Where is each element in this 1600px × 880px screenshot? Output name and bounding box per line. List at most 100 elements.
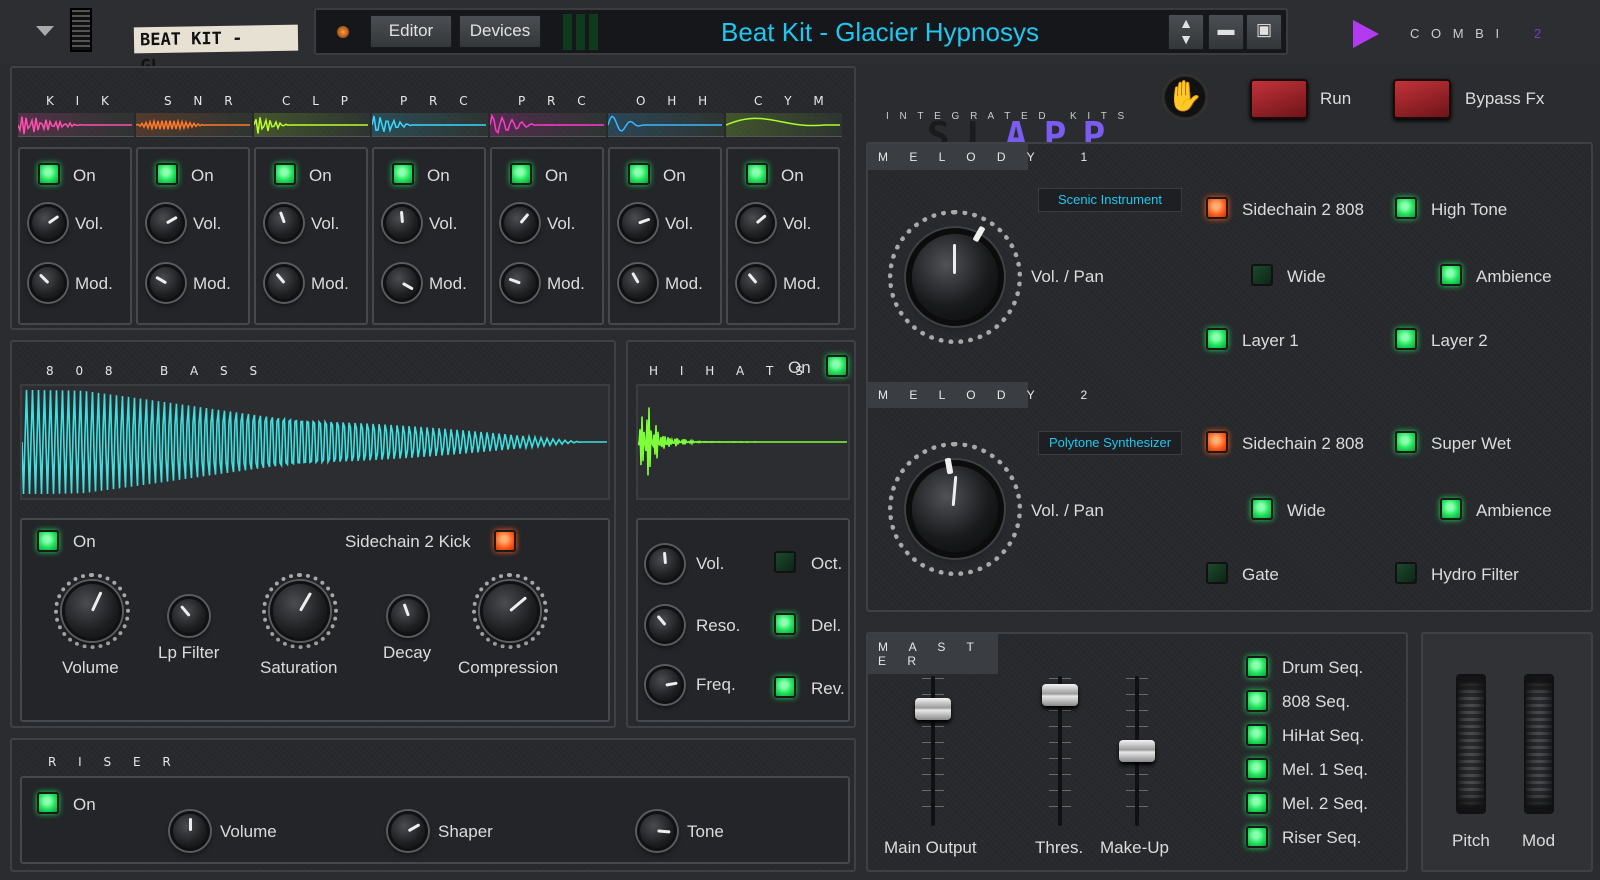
melody2-sidechain-label: Sidechain 2 808 bbox=[1242, 434, 1364, 453]
drum-mod-knob[interactable] bbox=[737, 264, 775, 302]
seq-label: Riser Seq. bbox=[1282, 828, 1362, 847]
bass-volume-knob[interactable] bbox=[62, 581, 122, 641]
patch-name-tape[interactable]: BEAT KIT - GL... bbox=[133, 24, 299, 76]
bass-compression-knob[interactable] bbox=[480, 581, 540, 641]
drum-mod-knob[interactable] bbox=[29, 264, 67, 302]
melody2-volpan-label: Vol. / Pan bbox=[1031, 501, 1104, 520]
melody2-ambience-led[interactable] bbox=[1440, 498, 1462, 520]
drum-vol-knob[interactable] bbox=[737, 204, 775, 242]
pitch-label: Pitch bbox=[1452, 831, 1490, 850]
drum-on-led[interactable] bbox=[628, 163, 650, 185]
melody1-wide-led[interactable] bbox=[1251, 264, 1273, 286]
bass-on-led[interactable] bbox=[37, 530, 59, 552]
seq-led[interactable] bbox=[1246, 758, 1268, 780]
drum-vol-knob[interactable] bbox=[29, 204, 67, 242]
bass-sidechain-label: Sidechain 2 Kick bbox=[345, 532, 471, 551]
drum-vol-knob[interactable] bbox=[383, 204, 421, 242]
drum-vol-knob[interactable] bbox=[265, 204, 303, 242]
drum-vol-knob[interactable] bbox=[147, 204, 185, 242]
drum-on-label: On bbox=[309, 166, 332, 185]
patch-up-down-icon[interactable]: ▲ ▼ bbox=[1168, 14, 1204, 50]
dropdown-triangle-icon[interactable] bbox=[36, 26, 54, 36]
seq-led[interactable] bbox=[1246, 792, 1268, 814]
melody2-wide-led[interactable] bbox=[1251, 498, 1273, 520]
melody2-volpan-knob[interactable] bbox=[912, 466, 998, 552]
devices-button[interactable]: Devices bbox=[459, 15, 541, 48]
riser-on-led[interactable] bbox=[37, 792, 59, 814]
seq-led[interactable] bbox=[1246, 826, 1268, 848]
drum-mod-knob[interactable] bbox=[619, 264, 657, 302]
drum-on-label: On bbox=[663, 166, 686, 185]
melody1-layer1-led[interactable] bbox=[1206, 328, 1228, 350]
riser-volume-label: Volume bbox=[220, 822, 277, 841]
hihats-oct-led[interactable] bbox=[774, 551, 796, 573]
drum-sample-path bbox=[371, 115, 486, 133]
bypass-fx-button[interactable] bbox=[1393, 79, 1451, 119]
drum-mod-knob[interactable] bbox=[265, 264, 303, 302]
melody2-sidechain-led[interactable] bbox=[1206, 431, 1228, 453]
drum-on-led[interactable] bbox=[274, 163, 296, 185]
riser-volume-knob[interactable] bbox=[170, 811, 210, 851]
bass-decay-label: Decay bbox=[383, 643, 432, 662]
hihats-vol-knob[interactable] bbox=[646, 545, 684, 583]
drum-on-led[interactable] bbox=[746, 163, 768, 185]
pitch-wheel[interactable] bbox=[1456, 674, 1486, 814]
hihats-waveform bbox=[636, 384, 850, 500]
melody1-layer2-led[interactable] bbox=[1395, 328, 1417, 350]
folder-icon[interactable]: ▬ bbox=[1208, 14, 1244, 50]
seq-led[interactable] bbox=[1246, 656, 1268, 678]
mod-label: Mod bbox=[1522, 831, 1556, 850]
mod-wheel[interactable] bbox=[1524, 674, 1554, 814]
drum-on-led[interactable] bbox=[156, 163, 178, 185]
drum-on-led[interactable] bbox=[38, 163, 60, 185]
drum-mod-knob[interactable] bbox=[501, 264, 539, 302]
bass-decay-knob[interactable] bbox=[388, 596, 428, 636]
drum-vol-knob[interactable] bbox=[619, 204, 657, 242]
drum-mod-knob[interactable] bbox=[383, 264, 421, 302]
drum-on-led[interactable] bbox=[510, 163, 532, 185]
drum-on-label: On bbox=[73, 166, 96, 185]
melody2-hydro-label: Hydro Filter bbox=[1431, 565, 1519, 584]
main-output-fader[interactable] bbox=[915, 698, 951, 720]
drum-channel-title: S N R bbox=[164, 94, 242, 108]
drum-on-label: On bbox=[781, 166, 804, 185]
bass-sidechain-led[interactable] bbox=[494, 530, 516, 552]
drum-channel-title: K I K bbox=[46, 94, 118, 108]
melody1-instrument[interactable]: Scenic Instrument bbox=[1038, 188, 1182, 212]
melody1-hightone-led[interactable] bbox=[1395, 197, 1417, 219]
hihats-rev-led[interactable] bbox=[774, 676, 796, 698]
melody2-instrument[interactable]: Polytone Synthesizer bbox=[1038, 431, 1182, 455]
seq-label: HiHat Seq. bbox=[1282, 726, 1365, 745]
drum-sample-path bbox=[17, 116, 132, 135]
melody1-volpan-knob[interactable] bbox=[912, 234, 998, 320]
seq-led[interactable] bbox=[1246, 690, 1268, 712]
drum-vol-label: Vol. bbox=[311, 214, 340, 233]
seq-led[interactable] bbox=[1246, 724, 1268, 746]
save-icon[interactable]: ▣ bbox=[1246, 14, 1282, 50]
melody2-superwet-led[interactable] bbox=[1395, 431, 1417, 453]
bass-saturation-knob[interactable] bbox=[270, 581, 330, 641]
melody2-hydro-led[interactable] bbox=[1395, 562, 1417, 584]
melody2-gate-led[interactable] bbox=[1206, 562, 1228, 584]
drum-on-led[interactable] bbox=[392, 163, 414, 185]
melody1-ambience-led[interactable] bbox=[1440, 264, 1462, 286]
play-icon[interactable] bbox=[1353, 20, 1379, 48]
bass-lpfilter-knob[interactable] bbox=[169, 596, 209, 636]
thres-fader[interactable] bbox=[1042, 684, 1078, 706]
melody1-sidechain-led[interactable] bbox=[1206, 197, 1228, 219]
drum-vol-knob[interactable] bbox=[501, 204, 539, 242]
drum-mod-knob[interactable] bbox=[147, 264, 185, 302]
drum-sample-wave bbox=[371, 113, 488, 137]
melody1-hightone-label: High Tone bbox=[1431, 200, 1508, 219]
riser-shaper-knob[interactable] bbox=[388, 811, 428, 851]
hihats-del-led[interactable] bbox=[774, 613, 796, 635]
fold-handle-icon[interactable] bbox=[70, 8, 92, 52]
run-button[interactable] bbox=[1250, 79, 1308, 119]
drum-mod-label: Mod. bbox=[429, 274, 467, 293]
hihats-on-led[interactable] bbox=[826, 355, 848, 377]
hihats-reso-knob[interactable] bbox=[646, 606, 684, 644]
hihats-freq-knob[interactable] bbox=[646, 666, 684, 704]
riser-tone-knob[interactable] bbox=[637, 811, 677, 851]
editor-button[interactable]: Editor bbox=[370, 15, 452, 48]
makeup-fader[interactable] bbox=[1119, 740, 1155, 762]
